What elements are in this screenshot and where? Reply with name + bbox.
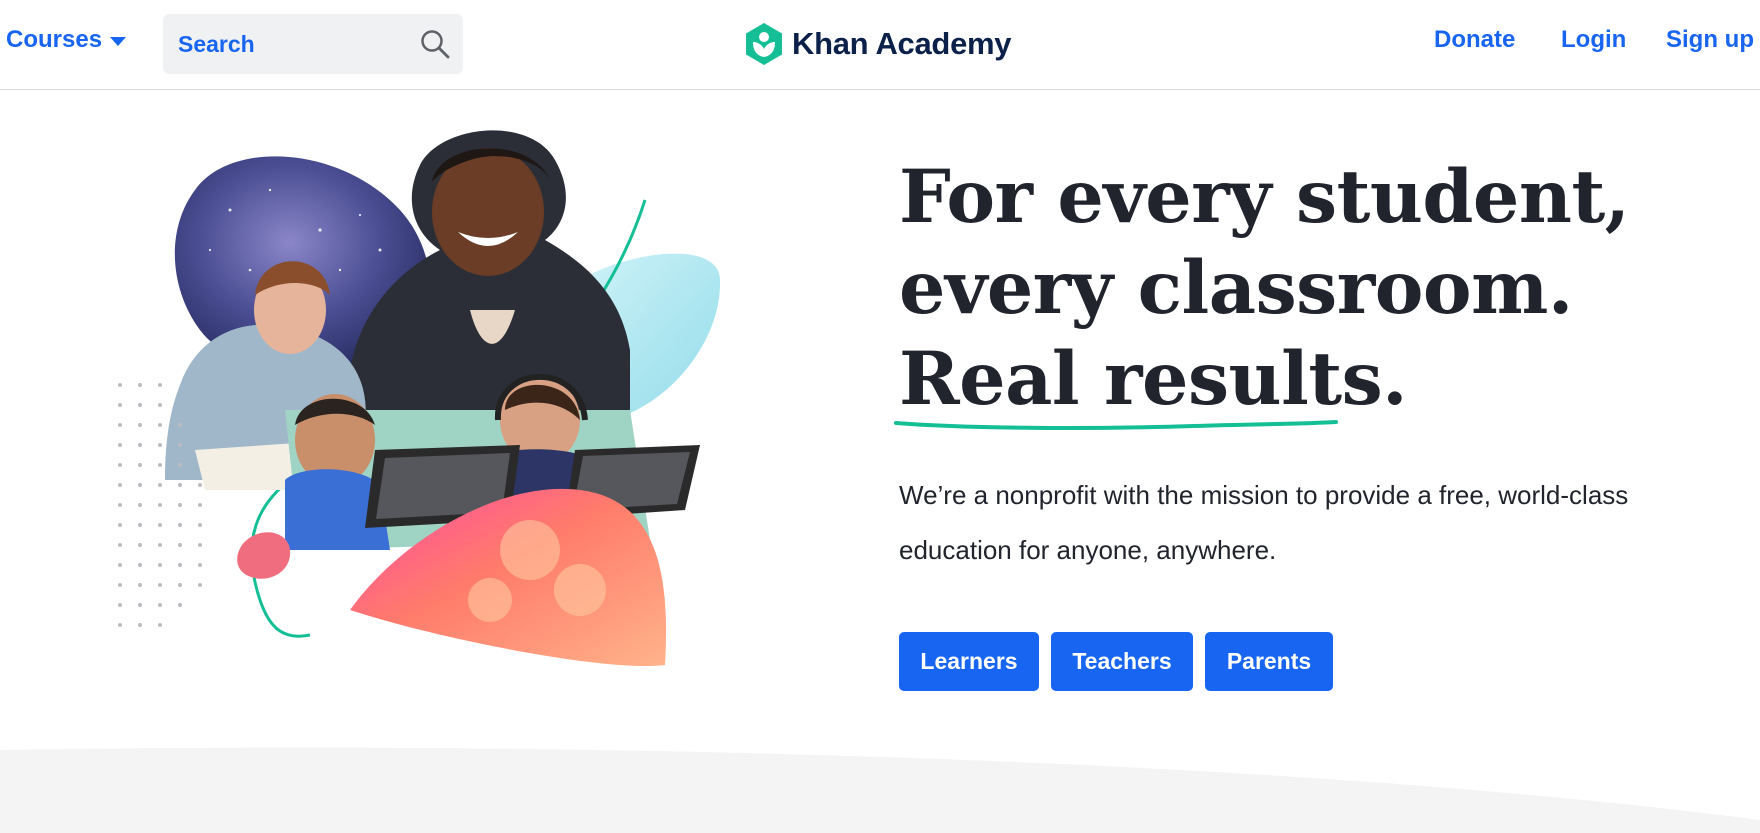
hero-collage-image (118, 130, 721, 667)
courses-menu-button[interactable]: Courses (6, 26, 127, 54)
teachers-button[interactable]: Teachers (1051, 632, 1193, 691)
mission-statement: We’re a nonprofit with the mission to pr… (899, 480, 1629, 565)
section-divider-wave (0, 747, 1760, 833)
signup-link[interactable]: Sign up (1666, 26, 1754, 54)
search-box[interactable] (163, 14, 463, 74)
headline-line-2: every classroom. (899, 245, 1573, 331)
logo-text: Khan Academy (792, 26, 1012, 61)
headline-line-3: Real results. (899, 336, 1408, 422)
login-link[interactable]: Login (1561, 26, 1626, 54)
pink-crystal-shape (237, 532, 291, 579)
courses-label: Courses (6, 26, 103, 53)
headline-underline (894, 420, 1338, 430)
hero-headline: For every student, every classroom. Real… (899, 152, 1630, 425)
headline-line-1: For every student, (899, 154, 1630, 240)
learners-button[interactable]: Learners (899, 632, 1039, 691)
khan-academy-logo-icon (746, 23, 782, 65)
search-input[interactable] (163, 14, 418, 74)
parents-button[interactable]: Parents (1205, 632, 1333, 691)
caret-down-icon (110, 37, 127, 46)
search-icon[interactable] (419, 28, 451, 60)
khan-academy-logo[interactable]: Khan Academy (744, 22, 1012, 66)
top-nav: Courses Khan Academy Donate Login Sign u… (0, 0, 1760, 90)
donate-link[interactable]: Donate (1434, 26, 1515, 54)
